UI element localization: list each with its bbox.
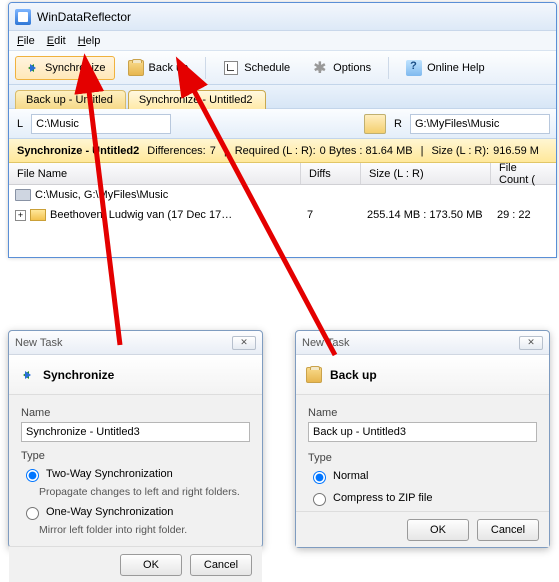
dialog-header-label: Synchronize [43,368,114,382]
right-path-label: R [392,118,404,130]
folder-icon [30,209,46,221]
menu-edit[interactable]: Edit [47,35,66,47]
menu-help[interactable]: Help [78,35,101,47]
radio-normal-label: Normal [333,470,368,482]
radio-zip-input[interactable] [313,493,326,506]
radio-two-way-label: Two-Way Synchronization [46,468,173,480]
app-icon [15,9,31,25]
grid-header: File Name Diffs Size (L : R) File Count … [9,163,556,185]
titlebar[interactable]: WinDataReflector [9,3,556,31]
close-icon[interactable]: ✕ [519,336,543,350]
cancel-button[interactable]: Cancel [477,519,539,541]
schedule-icon [223,60,239,76]
grid-body: C:\Music, G:\MyFiles\Music + Beethoven, … [9,185,556,257]
tab-synchronize[interactable]: Synchronize - Untitled2 [128,90,266,109]
row-filecount: 29 : 22 [497,209,550,221]
browse-folder-button[interactable] [364,114,386,134]
window-title: WinDataReflector [37,10,131,24]
name-label: Name [21,407,250,419]
task-name-input[interactable] [21,422,250,442]
synchronize-label: Synchronize [45,62,106,74]
dialog-header-label: Back up [330,368,377,382]
backup-button[interactable]: Back up [119,56,198,80]
root-row[interactable]: C:\Music, G:\MyFiles\Music [9,185,556,205]
radio-zip-label: Compress to ZIP file [333,492,432,504]
col-filename[interactable]: File Name [9,163,301,184]
options-button[interactable]: Options [303,56,380,80]
row-size: 255.14 MB : 173.50 MB [367,209,497,221]
sync-icon [19,367,35,383]
one-way-desc: Mirror left folder into right folder. [39,524,250,536]
status-size-label: Size (L : R): [431,145,489,157]
root-path: C:\Music, G:\MyFiles\Music [35,189,168,201]
dialog-buttons: OK Cancel [9,546,262,582]
right-path-input[interactable] [410,114,550,134]
status-diffs-label: Differences: [147,145,206,157]
backup-icon [128,60,144,76]
radio-normal-input[interactable] [313,471,326,484]
left-path-label: L [15,118,25,130]
main-window: WinDataReflector File Edit Help Synchron… [8,2,557,258]
left-path-input[interactable] [31,114,171,134]
backup-icon [306,367,322,383]
expander-icon[interactable]: + [15,210,26,221]
online-help-label: Online Help [427,62,484,74]
schedule-label: Schedule [244,62,290,74]
sync-icon [24,60,40,76]
radio-zip[interactable]: Compress to ZIP file [308,490,537,506]
online-help-button[interactable]: Online Help [397,56,493,80]
options-label: Options [333,62,371,74]
separator [205,57,206,79]
task-name-input[interactable] [308,422,537,442]
col-diffs[interactable]: Diffs [301,163,361,184]
status-required-label: Required (L : R): [235,145,316,157]
tabstrip: Back up - Untitled Synchronize - Untitle… [9,85,556,109]
col-size[interactable]: Size (L : R) [361,163,491,184]
radio-one-way-label: One-Way Synchronization [46,506,173,518]
radio-one-way[interactable]: One-Way Synchronization [21,504,250,520]
synchronize-button[interactable]: Synchronize [15,56,115,80]
menu-file[interactable]: File [17,35,35,47]
status-diffs-value: 7 [210,145,216,157]
options-icon [312,60,328,76]
status-size-value: 916.59 M [493,145,539,157]
backup-label: Back up [149,62,189,74]
col-filecount[interactable]: File Count ( [491,163,556,184]
name-label: Name [308,407,537,419]
radio-one-way-input[interactable] [26,507,39,520]
status-task-name: Synchronize - Untitled2 [17,145,139,157]
new-task-backup-dialog: New Task ✕ Back up Name Type Normal Comp… [295,330,550,548]
help-icon [406,60,422,76]
type-label: Type [308,452,537,464]
menubar: File Edit Help [9,31,556,51]
radio-two-way-input[interactable] [26,469,39,482]
type-label: Type [21,450,250,462]
dialog-title: New Task [302,337,349,349]
dialog-titlebar[interactable]: New Task ✕ [296,331,549,355]
ok-button[interactable]: OK [120,554,182,576]
dialog-header: Synchronize [9,355,262,395]
status-row: Synchronize - Untitled2 Differences: 7 |… [9,139,556,163]
schedule-button[interactable]: Schedule [214,56,299,80]
drive-icon [15,189,31,201]
dialog-buttons: OK Cancel [296,511,549,547]
radio-two-way[interactable]: Two-Way Synchronization [21,466,250,482]
dialog-header: Back up [296,355,549,395]
radio-normal[interactable]: Normal [308,468,537,484]
row-name: Beethoven, Ludwig van (17 Dec 17… [50,209,232,221]
tab-backup[interactable]: Back up - Untitled [15,90,126,109]
row-diffs: 7 [307,209,367,221]
new-task-sync-dialog: New Task ✕ Synchronize Name Type Two-Way… [8,330,263,548]
two-way-desc: Propagate changes to left and right fold… [39,486,250,498]
close-icon[interactable]: ✕ [232,336,256,350]
toolbar: Synchronize Back up Schedule Options Onl… [9,51,556,85]
dialog-titlebar[interactable]: New Task ✕ [9,331,262,355]
table-row[interactable]: + Beethoven, Ludwig van (17 Dec 17… 7 25… [9,205,556,225]
cancel-button[interactable]: Cancel [190,554,252,576]
separator [388,57,389,79]
path-row: L R [9,109,556,139]
status-required-value: 0 Bytes : 81.64 MB [320,145,413,157]
ok-button[interactable]: OK [407,519,469,541]
dialog-title: New Task [15,337,62,349]
